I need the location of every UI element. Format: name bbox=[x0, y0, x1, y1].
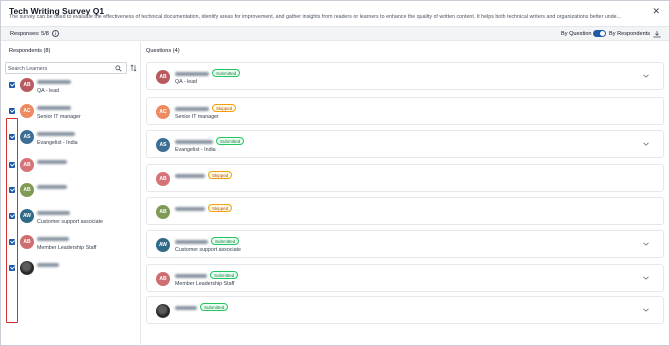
respondent-name-redacted bbox=[175, 72, 209, 76]
respondent-name-redacted bbox=[37, 80, 71, 84]
respondent-row[interactable]: AW Customer support associate bbox=[1, 207, 139, 231]
avatar: AB bbox=[20, 235, 34, 249]
responses-count: Responses: 5/8 bbox=[10, 31, 49, 37]
response-card[interactable]: AB Skipped bbox=[146, 197, 664, 225]
respondent-role: QA - lead bbox=[175, 79, 198, 85]
status-badge: Skipped bbox=[212, 104, 237, 112]
response-card[interactable]: AB Submitted QA - lead bbox=[146, 62, 664, 90]
respondent-row[interactable]: AB bbox=[1, 156, 139, 180]
chevron-down-icon[interactable] bbox=[643, 242, 649, 246]
avatar: AB bbox=[156, 272, 170, 286]
by-question-label: By Question bbox=[561, 31, 592, 37]
checkbox-checked-icon[interactable] bbox=[9, 108, 15, 114]
respondent-role: Senior IT manager bbox=[175, 114, 219, 120]
search-icon[interactable] bbox=[115, 65, 122, 72]
avatar: AB bbox=[156, 172, 170, 186]
avatar: AB bbox=[20, 158, 34, 172]
status-badge: Submitted bbox=[212, 69, 241, 77]
view-toggle[interactable] bbox=[593, 30, 606, 37]
avatar: AC bbox=[156, 105, 170, 119]
response-card[interactable]: AB Skipped bbox=[146, 164, 664, 192]
respondent-name-redacted bbox=[175, 306, 197, 310]
respondent-role: Member Leadership Staff bbox=[175, 281, 235, 287]
window-header: Tech Writing Survey Q1 ✕ bbox=[1, 1, 669, 25]
survey-description: The survey can be used to evaluate the e… bbox=[9, 14, 622, 20]
checkbox-checked-icon[interactable] bbox=[9, 82, 15, 88]
checkbox-highlight-box bbox=[6, 118, 18, 323]
avatar bbox=[156, 304, 170, 318]
respondent-name-redacted bbox=[175, 240, 208, 244]
avatar: AW bbox=[20, 209, 34, 223]
info-icon[interactable]: i bbox=[52, 30, 59, 37]
chevron-down-icon[interactable] bbox=[643, 276, 649, 280]
chevron-down-icon[interactable] bbox=[643, 308, 649, 312]
respondent-role: QA - lead bbox=[37, 88, 60, 94]
respondent-name-redacted bbox=[37, 211, 70, 215]
respondent-row[interactable]: AC Senior IT manager bbox=[1, 102, 139, 126]
response-card[interactable]: AB Submitted Member Leadership Staff bbox=[146, 264, 664, 292]
response-card[interactable]: AW Submitted Customer support associate bbox=[146, 230, 664, 258]
download-icon[interactable] bbox=[653, 30, 661, 38]
avatar: AS bbox=[156, 138, 170, 152]
avatar: AS bbox=[20, 130, 34, 144]
search-box bbox=[5, 62, 127, 74]
survey-responses-window: Tech Writing Survey Q1 ✕ The survey can … bbox=[0, 0, 670, 346]
questions-heading: Questions (4) bbox=[146, 48, 180, 54]
respondent-row[interactable]: AS Evangelist - India bbox=[1, 128, 139, 152]
avatar: AB bbox=[156, 205, 170, 219]
sort-icon[interactable] bbox=[130, 64, 137, 72]
response-card[interactable]: AC Skipped Senior IT manager bbox=[146, 97, 664, 125]
status-badge: Submitted bbox=[210, 271, 239, 279]
respondent-row[interactable]: AB Member Leadership Staff bbox=[1, 233, 139, 257]
respondent-role: Customer support associate bbox=[37, 219, 103, 225]
chevron-down-icon[interactable] bbox=[643, 74, 649, 78]
respondent-role: Senior IT manager bbox=[37, 114, 81, 120]
avatar: AB bbox=[20, 183, 34, 197]
respondent-name-redacted bbox=[175, 107, 209, 111]
respondent-name-redacted bbox=[37, 263, 59, 267]
respondent-role: Member Leadership Staff bbox=[37, 245, 97, 251]
respondent-name-redacted bbox=[37, 160, 67, 164]
status-badge: Skipped bbox=[208, 171, 233, 179]
close-icon[interactable]: ✕ bbox=[652, 6, 660, 17]
search-input[interactable] bbox=[8, 64, 112, 73]
avatar: AC bbox=[20, 104, 34, 118]
respondent-name-redacted bbox=[175, 174, 205, 178]
response-card[interactable]: AS Submitted Evangelist - India bbox=[146, 130, 664, 158]
avatar bbox=[20, 261, 34, 275]
respondent-role: Evangelist - India bbox=[175, 147, 216, 153]
respondent-name-redacted bbox=[37, 185, 67, 189]
by-respondents-label: By Respondents bbox=[609, 31, 651, 37]
respondent-name-redacted bbox=[37, 106, 71, 110]
respondent-name-redacted bbox=[175, 140, 213, 144]
respondents-panel: Respondents (8) ABQA - leadACSenior IT m… bbox=[1, 42, 141, 346]
status-badge: Submitted bbox=[211, 237, 240, 245]
status-badge: Submitted bbox=[200, 303, 229, 311]
status-badge: Skipped bbox=[208, 204, 233, 212]
respondent-name-redacted bbox=[175, 274, 207, 278]
avatar: AB bbox=[156, 70, 170, 84]
response-card[interactable]: Submitted bbox=[146, 296, 664, 324]
respondent-role: Evangelist - India bbox=[37, 140, 78, 146]
questions-panel: Questions (4) AB Submitted QA - lead AC Skip… bbox=[142, 42, 669, 346]
respondent-role: Customer support associate bbox=[175, 247, 241, 253]
respondent-row[interactable] bbox=[1, 259, 139, 283]
respondent-name-redacted bbox=[37, 237, 69, 241]
avatar: AB bbox=[20, 78, 34, 92]
respondent-name-redacted bbox=[37, 132, 75, 136]
status-badge: Submitted bbox=[216, 137, 245, 145]
chevron-down-icon[interactable] bbox=[643, 142, 649, 146]
responses-bar: Responses: 5/8 i By Question By Responde… bbox=[1, 26, 669, 41]
respondents-heading: Respondents (8) bbox=[9, 48, 51, 54]
respondent-row[interactable]: AB QA - lead bbox=[1, 76, 139, 100]
respondent-row[interactable]: AB bbox=[1, 181, 139, 205]
avatar: AW bbox=[156, 238, 170, 252]
respondent-name-redacted bbox=[175, 207, 205, 211]
